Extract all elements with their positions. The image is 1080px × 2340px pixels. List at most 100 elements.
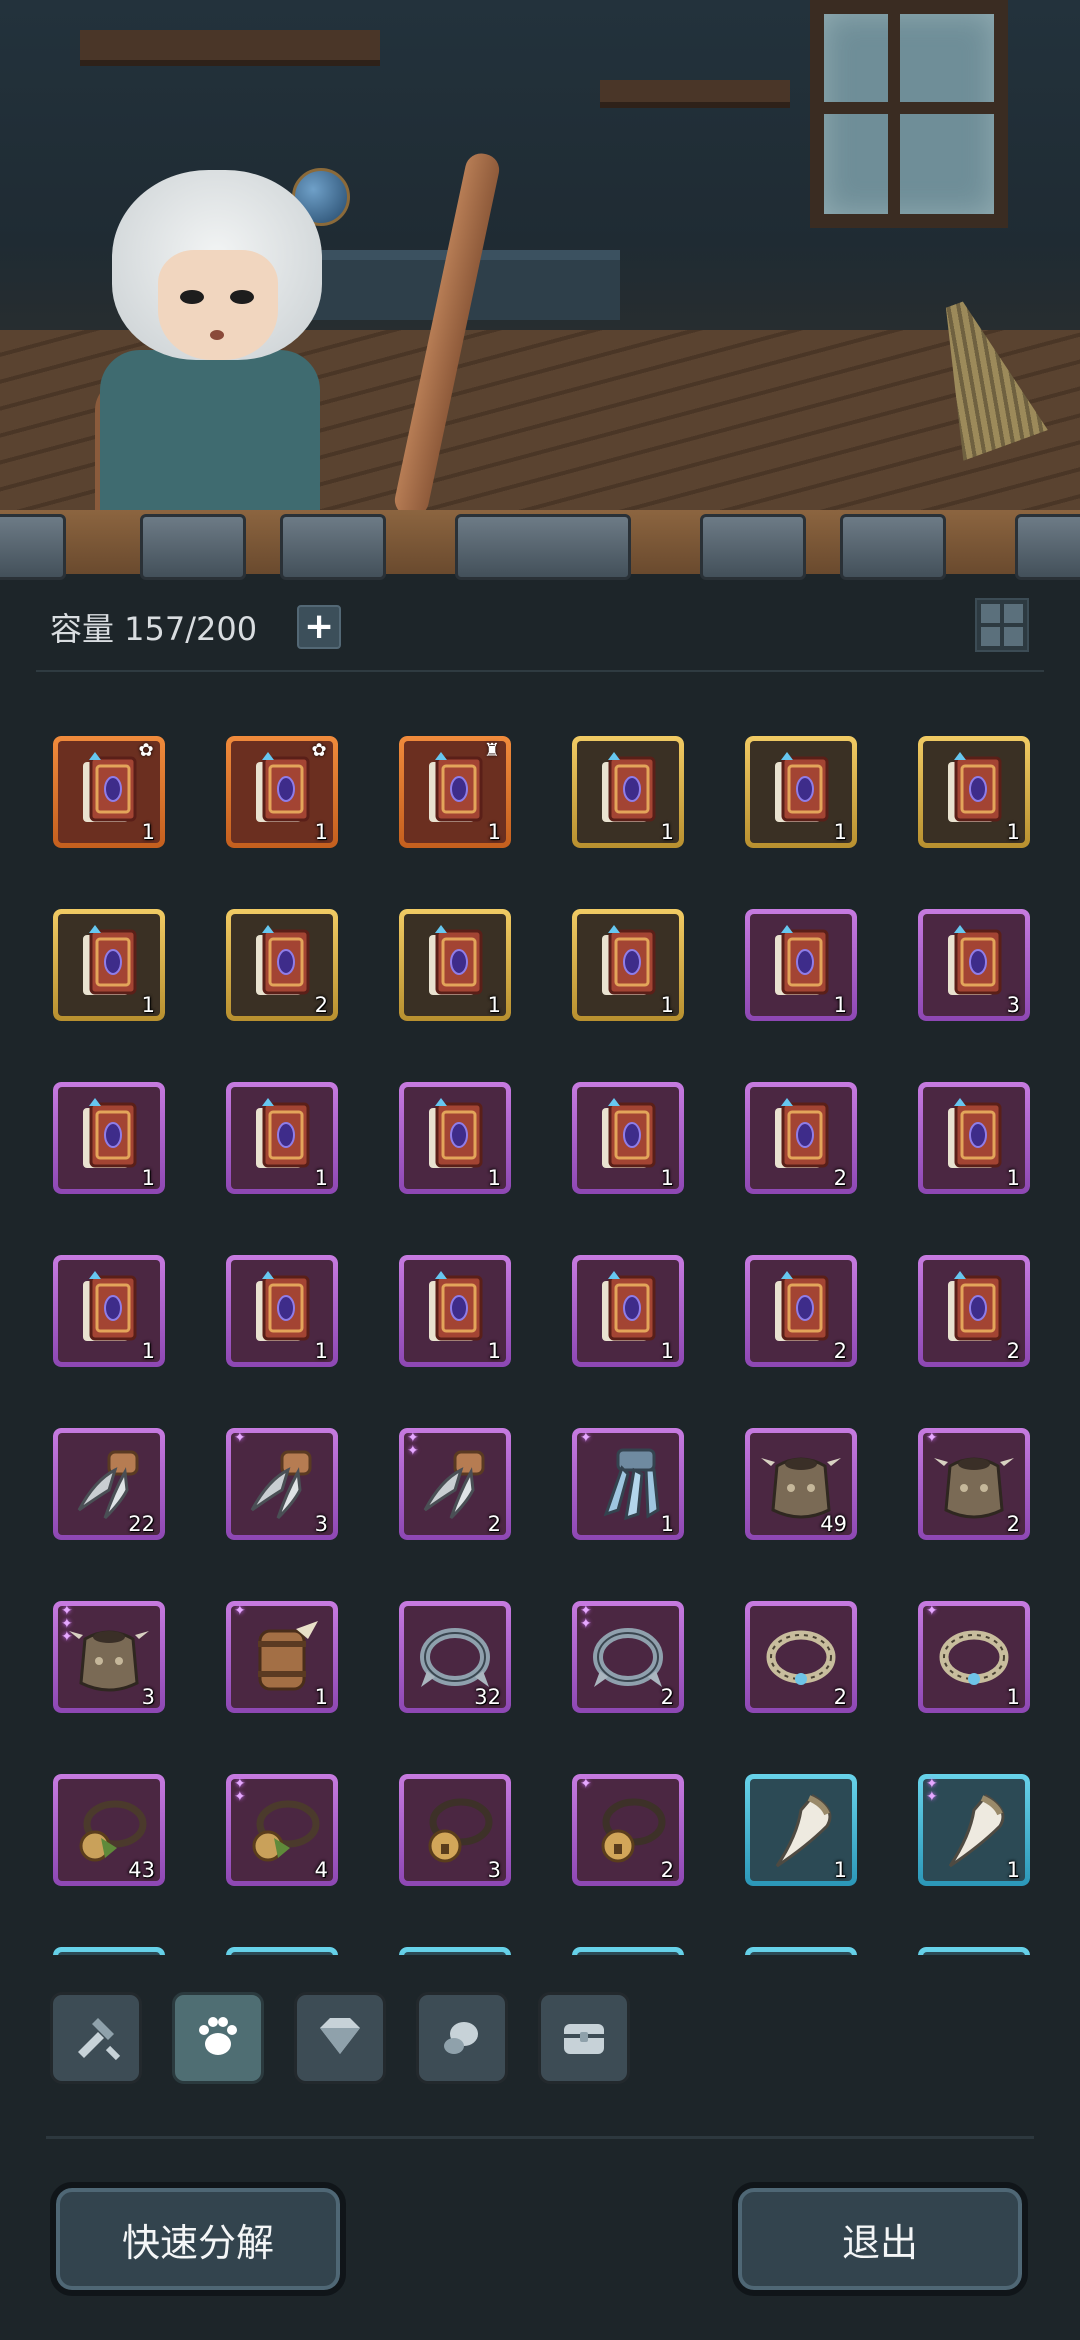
window [810, 0, 1008, 228]
divider [36, 670, 1044, 672]
inventory-slot[interactable]: 1 [572, 736, 684, 848]
item-count: 2 [833, 1339, 847, 1363]
inventory-slot[interactable]: 3 [918, 909, 1030, 1021]
rail-block [455, 514, 631, 580]
inventory-slot[interactable]: ✦ 1 [572, 1428, 684, 1540]
item-count: 3 [1006, 993, 1020, 1017]
item-count: 2 [660, 1685, 674, 1709]
grid-view-toggle[interactable] [975, 598, 1029, 652]
inventory-slot[interactable]: 1 [572, 909, 684, 1021]
inventory-slot[interactable]: 3 [399, 1774, 511, 1886]
sprout-badge-icon: ✿ [138, 740, 154, 761]
inventory-slot[interactable]: 43 [53, 1774, 165, 1886]
inventory-slot[interactable]: ✿ 1 [53, 736, 165, 848]
star-rank-icon: ✦ [580, 1776, 592, 1792]
item-count: 32 [474, 1685, 501, 1709]
wall-shelf [80, 30, 380, 66]
inventory-slot[interactable]: 2 [745, 1255, 857, 1367]
inventory-slot[interactable]: 22 [53, 1428, 165, 1540]
inventory-slot[interactable]: 1 [53, 909, 165, 1021]
inventory-slot[interactable]: 1 [745, 909, 857, 1021]
inventory-slot[interactable]: 1 [226, 1082, 338, 1194]
inventory-slot[interactable] [572, 1947, 684, 1955]
book-shelf [600, 80, 790, 108]
inventory-slot[interactable]: 49 [745, 1428, 857, 1540]
inventory-slot[interactable] [399, 1947, 511, 1955]
inventory-slot[interactable]: ✦ 2 [572, 1774, 684, 1886]
inventory-slot[interactable]: 1 [53, 1082, 165, 1194]
inventory-slot[interactable]: ✦ 2 [918, 1428, 1030, 1540]
inventory-slot[interactable]: 32 [399, 1601, 511, 1713]
inventory-slot[interactable] [226, 1947, 338, 1955]
inventory-slot[interactable]: ✦✦ 2 [399, 1428, 511, 1540]
inventory-slot[interactable]: 1 [226, 1255, 338, 1367]
inventory-slot[interactable]: ✦✦ 1 [918, 1774, 1030, 1886]
item-count: 2 [1006, 1512, 1020, 1536]
inventory-slot[interactable] [918, 1947, 1030, 1955]
tab-chest[interactable] [538, 1992, 630, 2084]
inventory-slot[interactable]: 2 [745, 1082, 857, 1194]
rail-block [700, 514, 806, 580]
star-rank-icon: ✦✦ [580, 1603, 592, 1632]
inventory-slot[interactable]: 1 [745, 1774, 857, 1886]
inventory-slot[interactable]: ✦✦✦ 3 [53, 1601, 165, 1713]
tab-paw[interactable] [172, 1992, 264, 2084]
item-count: 1 [141, 820, 155, 844]
item-count: 1 [314, 1685, 328, 1709]
item-count: 1 [1006, 1166, 1020, 1190]
star-rank-icon: ✦ [580, 1430, 592, 1446]
item-count: 2 [660, 1858, 674, 1882]
inventory-slot[interactable]: 2 [918, 1255, 1030, 1367]
sprout-badge-icon: ✿ [311, 740, 327, 761]
quick-decompose-button[interactable]: 快速分解 [50, 2182, 346, 2296]
inventory-slot[interactable]: ✦ 3 [226, 1428, 338, 1540]
item-count: 1 [487, 1166, 501, 1190]
inventory-slot[interactable]: ✦ 1 [226, 1601, 338, 1713]
inventory-slot[interactable]: 1 [918, 1082, 1030, 1194]
category-tabs [0, 1990, 1080, 2110]
inventory-slot[interactable]: ✦ 1 [918, 1601, 1030, 1713]
inventory-slot[interactable]: 1 [53, 1255, 165, 1367]
item-count: 2 [833, 1166, 847, 1190]
item-count: 3 [314, 1512, 328, 1536]
inventory-slot[interactable] [745, 1947, 857, 1955]
item-count: 1 [314, 1166, 328, 1190]
rail-block [0, 514, 66, 580]
item-count: 1 [1006, 1685, 1020, 1709]
rail-block [840, 514, 946, 580]
exit-button[interactable]: 退出 [732, 2182, 1028, 2296]
inventory-grid: ✿ 1 ✿ 1 ♜ 1 1 1 1 1 2 1 1 1 3 1 1 1 1 2 1 1 1 1 1 2 2 22 ✦ 3 ✦✦ 2 ✦ 1 49 ✦ 2… [0, 680, 1080, 1955]
star-rank-icon: ✦✦ [407, 1430, 419, 1459]
inventory-slot[interactable]: 1 [399, 909, 511, 1021]
inventory-slot[interactable]: 1 [572, 1255, 684, 1367]
inventory-slot[interactable]: 1 [572, 1082, 684, 1194]
character-face [158, 250, 278, 360]
inventory-slot[interactable]: 1 [399, 1082, 511, 1194]
tab-gem[interactable] [294, 1992, 386, 2084]
inventory-slot[interactable] [53, 1947, 165, 1955]
star-rank-icon: ✦ [926, 1603, 938, 1619]
inventory-slot[interactable]: ✿ 1 [226, 736, 338, 848]
item-count: 2 [1006, 1339, 1020, 1363]
item-count: 1 [487, 1339, 501, 1363]
weapon-tools-icon [68, 2008, 124, 2068]
rail-block [140, 514, 246, 580]
gem-icon [312, 2008, 368, 2068]
tower-badge-icon: ♜ [483, 740, 501, 761]
star-rank-icon: ✦ [234, 1430, 246, 1446]
expand-capacity-button[interactable]: + [297, 605, 342, 649]
item-count: 1 [141, 993, 155, 1017]
inventory-slot[interactable]: ✦✦ 4 [226, 1774, 338, 1886]
item-count: 1 [660, 1166, 674, 1190]
inventory-slot[interactable]: 1 [399, 1255, 511, 1367]
inventory-slot[interactable]: 1 [918, 736, 1030, 848]
inventory-slot[interactable]: 2 [226, 909, 338, 1021]
inventory-slot[interactable]: 1 [745, 736, 857, 848]
inventory-slot[interactable]: ♜ 1 [399, 736, 511, 848]
tab-material[interactable] [416, 1992, 508, 2084]
item-count: 1 [660, 1339, 674, 1363]
rail-block [1015, 514, 1080, 580]
inventory-slot[interactable]: ✦✦ 2 [572, 1601, 684, 1713]
tab-weapon-tools[interactable] [50, 1992, 142, 2084]
inventory-slot[interactable]: 2 [745, 1601, 857, 1713]
